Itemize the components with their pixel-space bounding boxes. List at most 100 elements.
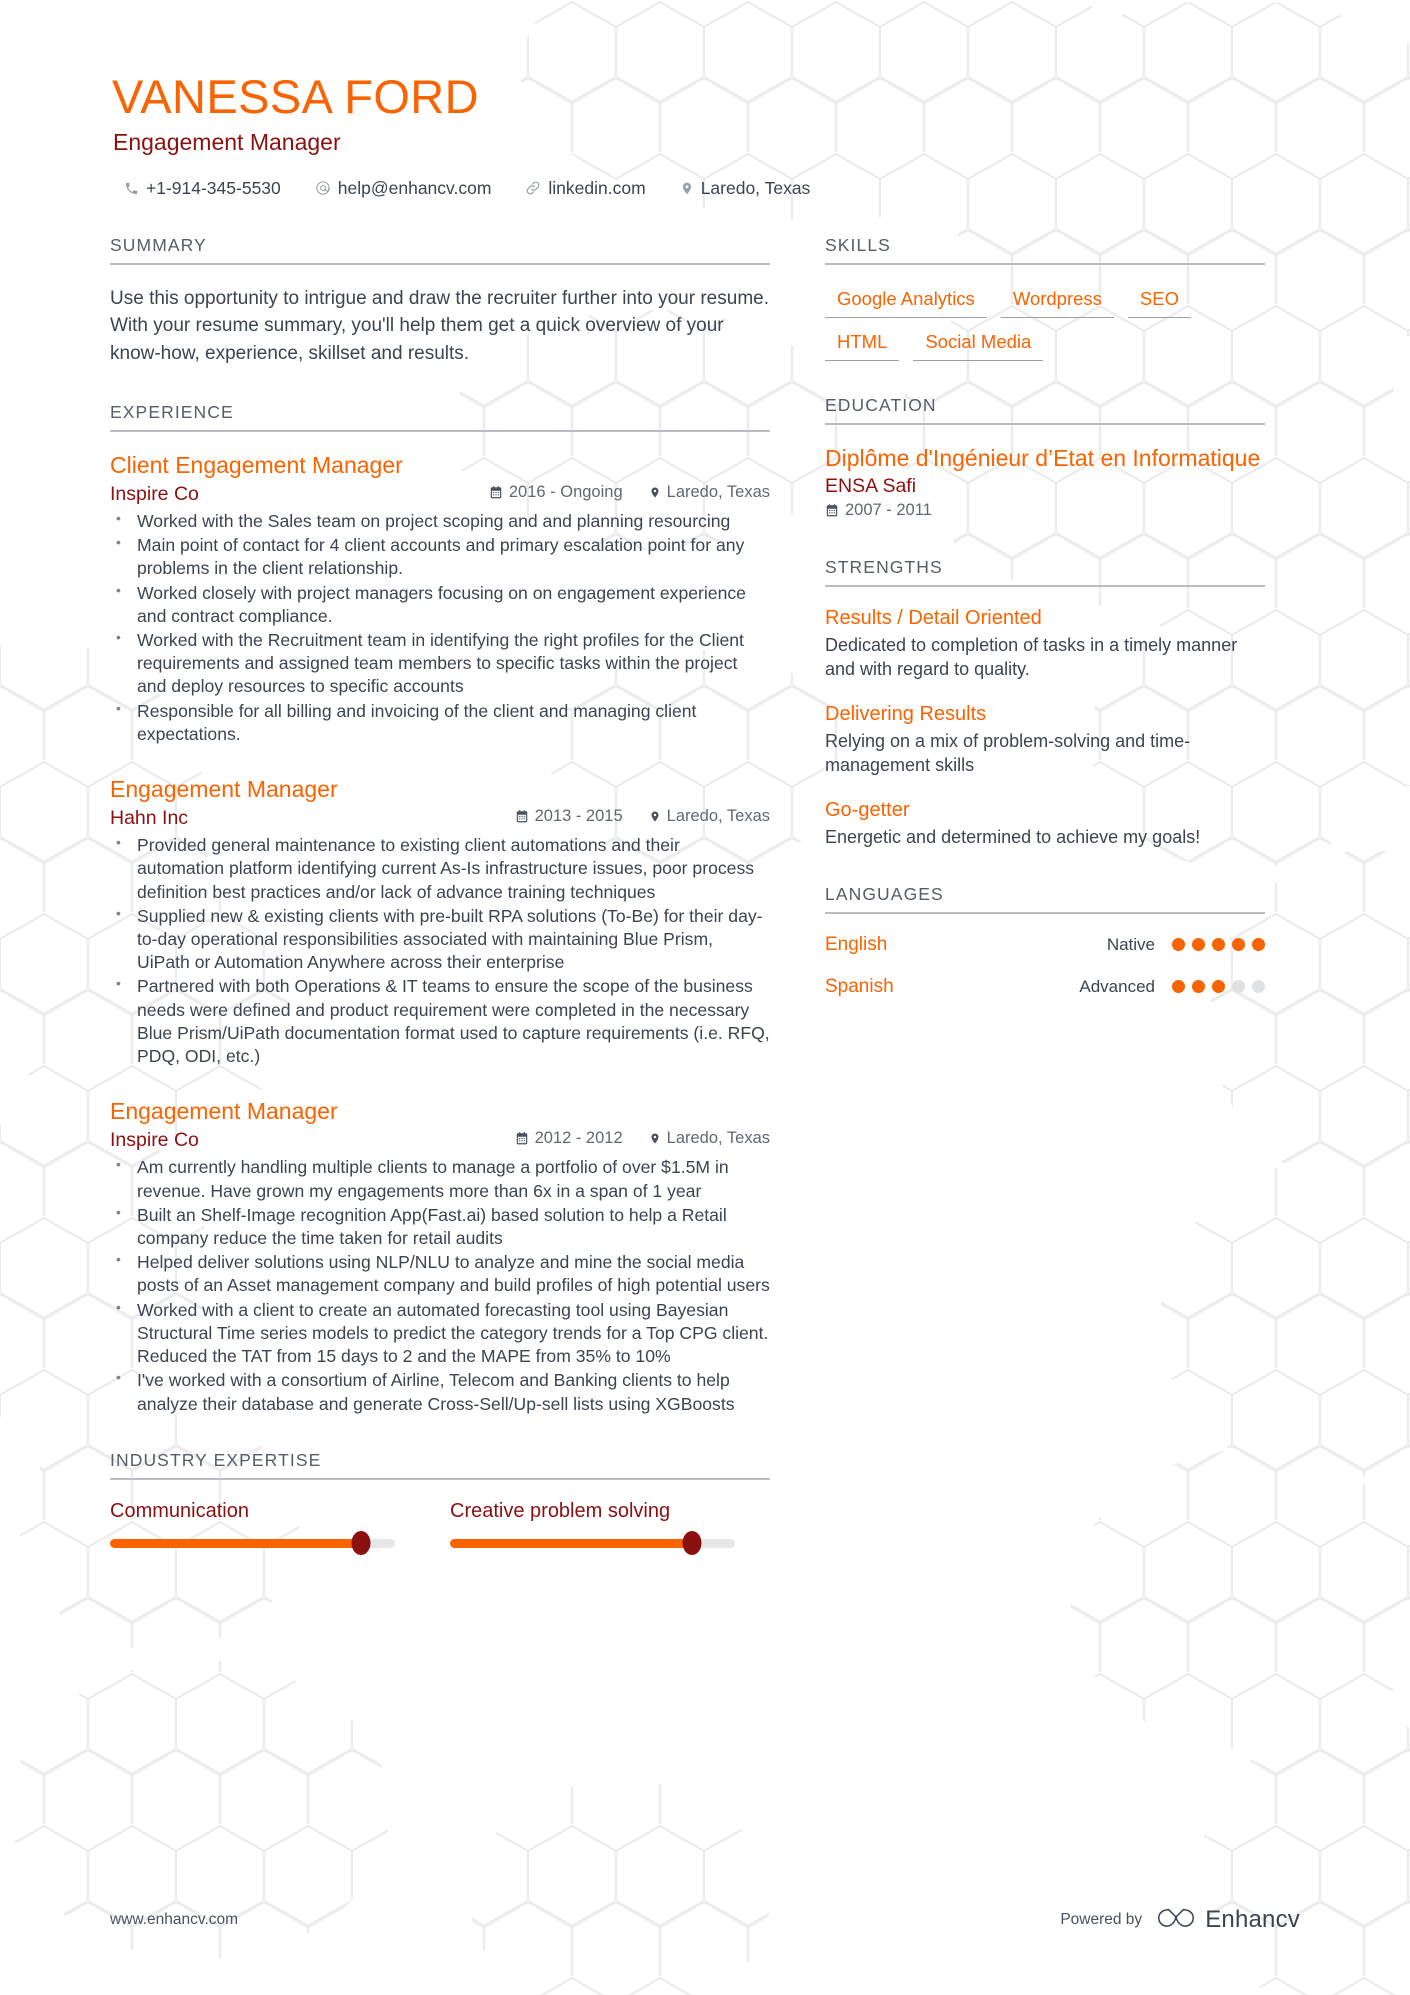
footer-branding: Powered by Enhancv bbox=[1060, 1904, 1300, 1935]
strength-title: Go-getter bbox=[825, 799, 910, 822]
job-location: Laredo, Texas bbox=[649, 483, 770, 502]
slider-fill bbox=[450, 1538, 693, 1548]
job-location-text: Laredo, Texas bbox=[666, 1129, 770, 1148]
language-name: Spanish bbox=[825, 975, 894, 997]
contact-link-text: linkedin.com bbox=[548, 177, 646, 198]
strength-text: Dedicated to completion of tasks in a ti… bbox=[825, 634, 1238, 680]
strength-title: Delivering Results bbox=[825, 703, 987, 726]
strengths-section: STRENGTHS Results / Detail Oriented Dedi… bbox=[825, 557, 1265, 850]
contact-row: +1-914-345-5530 help@enhancv.com linkedi… bbox=[124, 178, 1300, 199]
industry-expertise-section: INDUSTRY EXPERTISE Communication Creativ… bbox=[110, 1450, 770, 1556]
candidate-name: VANESSA FORD bbox=[112, 70, 479, 123]
job-dates-text: 2016 - Ongoing bbox=[508, 482, 623, 501]
contact-email[interactable]: help@enhancv.com bbox=[315, 178, 491, 199]
language-item: Spanish Advanced bbox=[825, 976, 1265, 998]
education-heading: EDUCATION bbox=[825, 395, 1265, 425]
strengths-heading: STRENGTHS bbox=[825, 557, 1265, 587]
resume-page: VANESSA FORD Engagement Manager +1-914-3… bbox=[0, 0, 1410, 1995]
skill-tag[interactable]: HTML bbox=[825, 328, 900, 361]
location-icon bbox=[680, 180, 694, 197]
skill-rows: Google Analytics Wordpress SEO HTML Soci… bbox=[825, 285, 1265, 361]
calendar-icon bbox=[515, 809, 529, 824]
job-dates: 2016 - Ongoing bbox=[489, 483, 623, 502]
phone-icon bbox=[124, 181, 139, 196]
education-dates: 2007 - 2011 bbox=[825, 501, 932, 520]
rating-dot bbox=[1252, 980, 1265, 994]
candidate-role: Engagement Manager bbox=[113, 128, 341, 155]
footer-url[interactable]: www.enhancv.com bbox=[110, 1911, 238, 1929]
expertise-slider[interactable] bbox=[110, 1531, 395, 1556]
skills-section: SKILLS Google Analytics Wordpress SEO HT… bbox=[825, 235, 1265, 361]
contact-location: Laredo, Texas bbox=[680, 177, 811, 199]
industry-expertise-heading: INDUSTRY EXPERTISE bbox=[110, 1450, 770, 1480]
expertise-label: Communication bbox=[110, 1499, 249, 1522]
expertise-item: Communication bbox=[110, 1499, 395, 1556]
expertise-item: Creative problem solving bbox=[450, 1500, 735, 1556]
summary-heading: SUMMARY bbox=[110, 235, 770, 265]
rating-dot bbox=[1232, 938, 1245, 952]
rating-dot bbox=[1192, 938, 1205, 952]
skill-tag[interactable]: SEO bbox=[1127, 285, 1191, 318]
resume-header: VANESSA FORD Engagement Manager +1-914-3… bbox=[110, 70, 1300, 199]
strength-item: Results / Detail Oriented Dedicated to c… bbox=[825, 607, 1265, 681]
location-icon bbox=[649, 485, 661, 500]
job-bullets: Worked with the Sales team on project sc… bbox=[110, 509, 770, 746]
job-meta: Hahn Inc 2013 - 2015 Laredo, Texas bbox=[110, 807, 770, 830]
skill-tag[interactable]: Wordpress bbox=[1000, 285, 1114, 318]
right-column: SKILLS Google Analytics Wordpress SEO HT… bbox=[825, 235, 1265, 1032]
contact-location-text: Laredo, Texas bbox=[700, 177, 811, 198]
rating-dot bbox=[1232, 980, 1245, 994]
location-icon bbox=[649, 809, 661, 824]
education-section: EDUCATION Diplôme d'Ingénieur d’Etat en … bbox=[825, 395, 1265, 523]
job-company: Inspire Co bbox=[110, 1129, 199, 1152]
strength-text: Relying on a mix of problem-solving and … bbox=[825, 731, 1191, 776]
expertise-grid: Communication Creative problem solving bbox=[110, 1499, 770, 1556]
job-bullet: Provided general maintenance to existing… bbox=[110, 833, 770, 904]
experience-section: EXPERIENCE Client Engagement Manager Ins… bbox=[110, 402, 770, 1416]
job-bullets: Am currently handling multiple clients t… bbox=[110, 1155, 770, 1415]
email-icon bbox=[315, 180, 331, 196]
language-name: English bbox=[825, 933, 888, 955]
expertise-slider[interactable] bbox=[450, 1531, 735, 1556]
languages-heading: LANGUAGES bbox=[825, 884, 1265, 914]
experience-entry: Engagement Manager Hahn Inc 2013 - 2015 bbox=[110, 776, 770, 1068]
slider-knob[interactable] bbox=[682, 1531, 702, 1556]
job-bullet: Helped deliver solutions using NLP/NLU t… bbox=[110, 1250, 770, 1297]
job-bullet: Partnered with both Operations & IT team… bbox=[110, 974, 770, 1068]
contact-phone-text: +1-914-345-5530 bbox=[146, 177, 281, 198]
link-icon bbox=[525, 180, 541, 196]
contact-link[interactable]: linkedin.com bbox=[525, 177, 646, 199]
slider-knob[interactable] bbox=[351, 1531, 371, 1556]
job-bullet: I've worked with a consortium of Airline… bbox=[110, 1368, 770, 1415]
job-company: Hahn Inc bbox=[110, 807, 189, 830]
calendar-icon bbox=[489, 485, 503, 500]
language-rating-dots bbox=[1172, 980, 1265, 994]
skill-row: HTML Social Media bbox=[825, 328, 1265, 361]
job-title: Engagement Manager bbox=[110, 1098, 338, 1125]
summary-section: SUMMARY Use this opportunity to intrigue… bbox=[110, 235, 770, 368]
job-dates: 2012 - 2012 bbox=[515, 1129, 623, 1148]
job-location-text: Laredo, Texas bbox=[666, 807, 770, 826]
job-bullet: Built an Shelf-Image recognition App(Fas… bbox=[110, 1203, 770, 1250]
skill-tag[interactable]: Social Media bbox=[913, 328, 1044, 361]
language-rating-dots bbox=[1172, 938, 1265, 952]
education-degree: Diplôme d'Ingénieur d’Etat en Informatiq… bbox=[825, 444, 1261, 471]
job-bullet: Worked with a client to create an automa… bbox=[110, 1298, 770, 1369]
rating-dot bbox=[1192, 980, 1205, 994]
job-bullet: Responsible for all billing and invoicin… bbox=[110, 699, 770, 746]
education-school: ENSA Safi bbox=[825, 474, 917, 497]
skill-tag[interactable]: Google Analytics bbox=[825, 285, 987, 318]
education-entry: Diplôme d'Ingénieur d’Etat en Informatiq… bbox=[825, 445, 1265, 523]
job-bullets: Provided general maintenance to existing… bbox=[110, 833, 770, 1068]
job-bullet: Worked with the Sales team on project sc… bbox=[110, 509, 770, 533]
rating-dot bbox=[1212, 980, 1225, 994]
job-dates-text: 2012 - 2012 bbox=[534, 1129, 623, 1148]
job-location-text: Laredo, Texas bbox=[666, 482, 770, 501]
rating-dot bbox=[1212, 938, 1225, 952]
job-company: Inspire Co bbox=[110, 482, 199, 505]
contact-phone[interactable]: +1-914-345-5530 bbox=[124, 178, 281, 199]
job-bullet: Worked closely with project managers foc… bbox=[110, 581, 770, 628]
summary-text: Use this opportunity to intrigue and dra… bbox=[110, 287, 769, 365]
skill-row: Google Analytics Wordpress SEO bbox=[825, 285, 1265, 318]
slider-fill bbox=[110, 1538, 361, 1548]
